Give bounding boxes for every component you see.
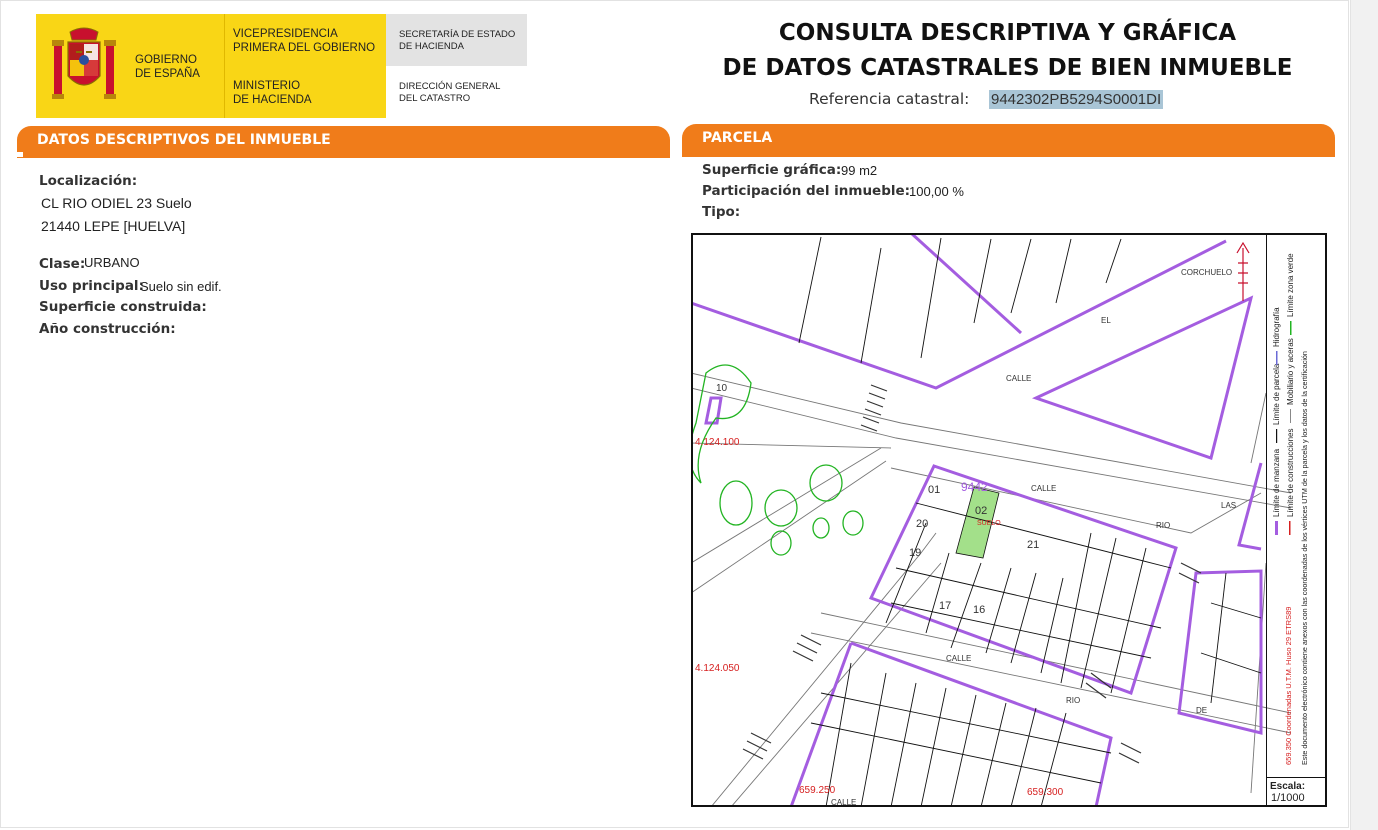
map-label-coord-x2: 659.300 bbox=[1027, 787, 1064, 798]
coat-of-arms-icon bbox=[52, 27, 116, 99]
anio-construccion-label: Año construcción: bbox=[39, 321, 176, 337]
superficie-grafica-label: Superficie gráfica: bbox=[702, 162, 842, 178]
participacion-value: 100,00 % bbox=[909, 184, 964, 199]
localizacion-line2: 21440 LEPE [HUELVA] bbox=[41, 218, 186, 234]
map-label-n-02: 02 bbox=[975, 505, 987, 517]
map-label-n-16: 16 bbox=[973, 604, 985, 616]
map-label-utm: 659.350 Coordenadas U.T.M. Huso 29 ETRS8… bbox=[1284, 607, 1293, 765]
map-label-n-20: 20 bbox=[916, 518, 928, 530]
ref-catastral-value[interactable]: 9442302PB5294S0001DI bbox=[989, 90, 1164, 109]
map-label-n-21: 21 bbox=[1027, 539, 1039, 551]
clase-value: URBANO bbox=[84, 255, 140, 270]
logo-divider bbox=[224, 14, 225, 118]
uso-principal-label: Uso principal: bbox=[39, 278, 144, 294]
map-label-street-el: EL bbox=[1101, 316, 1111, 325]
map-label-street-rio: RIO bbox=[1156, 521, 1170, 530]
scale-box: Escala: 1/1000 bbox=[1266, 777, 1326, 806]
parcela-header: PARCELA bbox=[682, 124, 1335, 150]
datos-descriptivos-title: DATOS DESCRIPTIVOS DEL INMUEBLE bbox=[37, 132, 331, 148]
vertical-scrollbar[interactable] bbox=[1350, 0, 1378, 830]
map-label-col2-a: Límite de construcciones bbox=[1286, 429, 1295, 518]
map-label-street-calle: CALLE bbox=[1031, 484, 1056, 493]
map-canvas: 4.124.100 4.124.050 659.250 659.300 9442… bbox=[693, 235, 1292, 807]
participacion-label: Participación del inmueble: bbox=[702, 183, 911, 199]
superficie-construida-label: Superficie construida: bbox=[39, 299, 207, 315]
sec-line1: SECRETARÍA DE ESTADO bbox=[399, 29, 516, 40]
title-line2: DE DATOS CATASTRALES DE BIEN INMUEBLE bbox=[722, 55, 1293, 81]
gov-line2: DE ESPAÑA bbox=[135, 68, 200, 80]
map-label-n-17: 17 bbox=[939, 600, 951, 612]
cadastral-map[interactable]: 4.124.100 4.124.050 659.250 659.300 9442… bbox=[691, 233, 1327, 807]
map-label-n-19: 19 bbox=[909, 547, 921, 559]
min-line2: DE HACIENDA bbox=[233, 94, 312, 106]
north-arrow-icon bbox=[1236, 241, 1250, 301]
map-label-street-rio: RIO bbox=[1066, 696, 1080, 705]
superficie-grafica-value: 99 m2 bbox=[841, 163, 878, 178]
map-label-note: Este documento electrónico contiene anex… bbox=[1300, 351, 1309, 765]
map-label-col2-b: Mobiliario y aceras bbox=[1286, 338, 1295, 405]
gov-line1: GOBIERNO bbox=[135, 54, 197, 66]
tipo-label: Tipo: bbox=[702, 204, 741, 220]
datos-descriptivos-header: DATOS DESCRIPTIVOS DEL INMUEBLE bbox=[17, 126, 670, 152]
map-label-n-10-top: 10 bbox=[716, 383, 728, 394]
scale-label: Escala: bbox=[1270, 781, 1306, 792]
title-line1: CONSULTA DESCRIPTIVA Y GRÁFICA bbox=[778, 20, 1237, 46]
map-label-street-calle: CALLE bbox=[1006, 374, 1031, 383]
section-bar-right bbox=[682, 150, 1335, 157]
map-label-coord-y2: 4.124.050 bbox=[695, 663, 740, 674]
map-legend: Límite de manzana Límite de parcela Hidr… bbox=[1266, 235, 1326, 805]
map-label-suelo: SUELO bbox=[977, 520, 1001, 527]
parcela-title: PARCELA bbox=[702, 130, 773, 146]
map-label-street-las: LAS bbox=[1221, 501, 1236, 510]
dir-line2: DEL CATASTRO bbox=[399, 93, 471, 104]
scale-value: 1/1000 bbox=[1271, 792, 1305, 804]
map-label-street-de: DE bbox=[1196, 706, 1207, 715]
document-title: CONSULTA DESCRIPTIVA Y GRÁFICA DE DATOS … bbox=[700, 16, 1315, 86]
uso-principal-value: Suelo sin edif. bbox=[140, 279, 222, 294]
map-label-street-calle: CALLE bbox=[831, 798, 856, 807]
clase-label: Clase: bbox=[39, 256, 86, 272]
localizacion-line1: CL RIO ODIEL 23 Suelo bbox=[41, 195, 192, 211]
localizacion-label: Localización: bbox=[39, 173, 138, 189]
vice-line1: VICEPRESIDENCIA bbox=[233, 28, 338, 40]
map-label-n-01: 01 bbox=[928, 484, 940, 496]
map-label-street-corchuelo: CORCHUELO bbox=[1181, 268, 1232, 277]
map-label-col1-a: Límite de manzana bbox=[1272, 448, 1281, 517]
map-label-col2-c: Límite zona verde bbox=[1286, 253, 1295, 317]
sec-line2: DE HACIENDA bbox=[399, 41, 464, 52]
section-bar-left bbox=[17, 152, 670, 158]
vice-line2: PRIMERA DEL GOBIERNO bbox=[233, 42, 376, 54]
map-label-street-calle: CALLE bbox=[946, 654, 971, 663]
map-label-coord-y1: 4.124.100 bbox=[695, 437, 740, 448]
ref-catastral-label: Referencia catastral: bbox=[809, 90, 970, 108]
map-label-col1-c: Hidrografía bbox=[1272, 307, 1281, 347]
dir-line1: DIRECCIÓN GENERAL bbox=[399, 81, 501, 92]
map-label-coord-x1: 659.250 bbox=[799, 785, 836, 796]
legend-canvas: Límite de manzana Límite de parcela Hidr… bbox=[1272, 253, 1309, 765]
min-line1: MINISTERIO bbox=[233, 80, 301, 92]
map-label-ref-partial: 9442 bbox=[961, 480, 988, 494]
map-label-col1-b: Límite de parcela bbox=[1272, 363, 1281, 425]
